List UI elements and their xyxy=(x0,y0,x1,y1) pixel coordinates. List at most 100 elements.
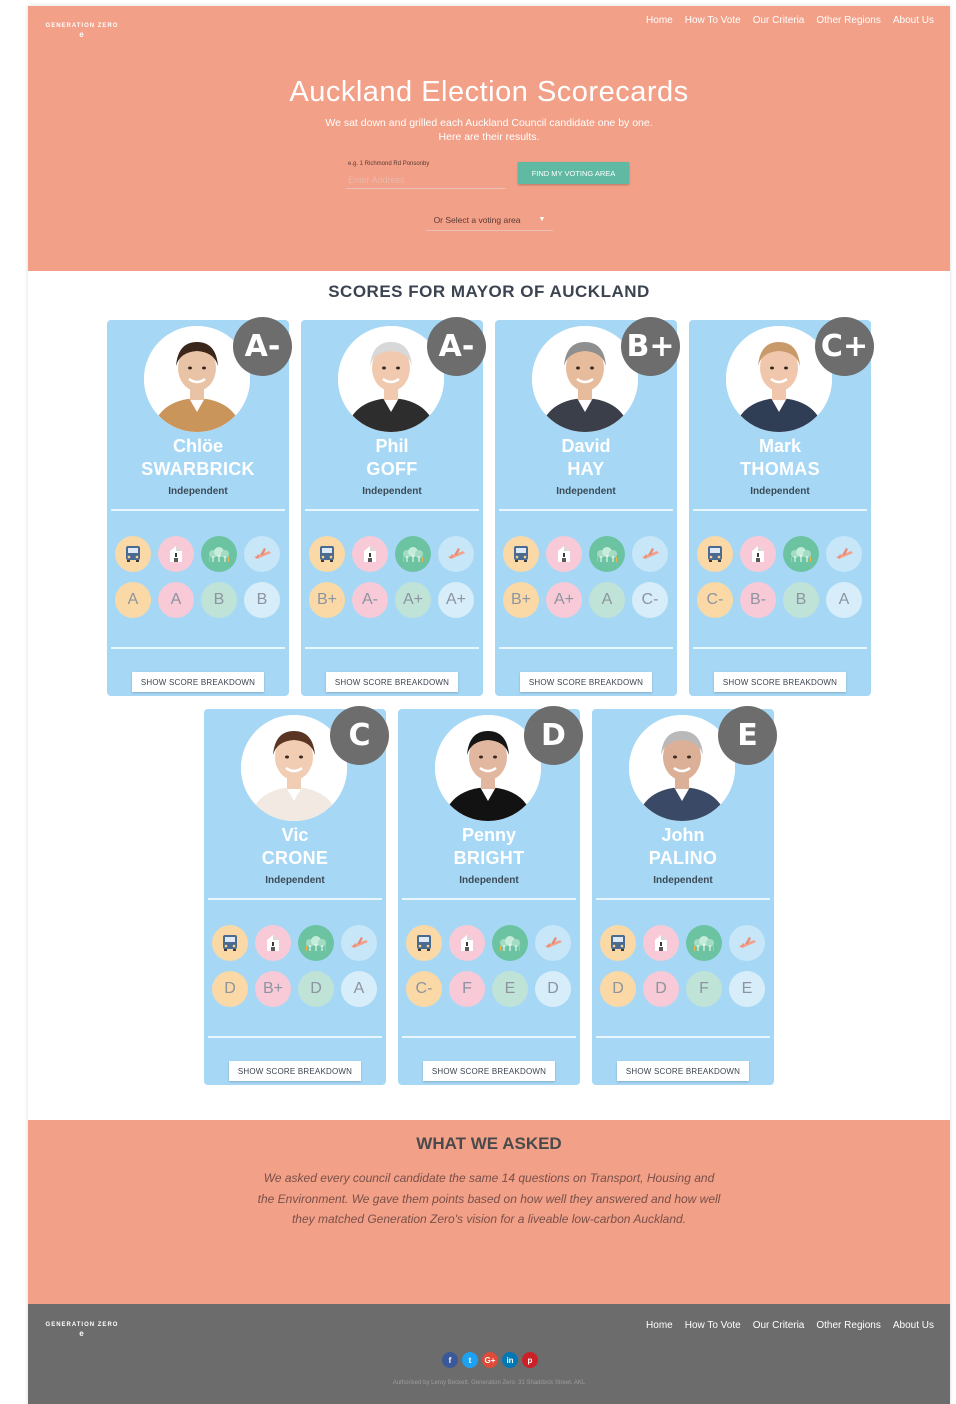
candidate-party: Independent xyxy=(459,875,519,886)
bus-icon xyxy=(406,925,442,961)
facebook-icon[interactable]: f xyxy=(442,1352,458,1368)
footer: GENERATION ZERO e Home How To Vote Our C… xyxy=(28,1304,950,1404)
show-score-breakdown-button[interactable]: SHOW SCORE BREAKDOWN xyxy=(229,1061,361,1081)
show-score-breakdown-button[interactable]: SHOW SCORE BREAKDOWN xyxy=(617,1061,749,1081)
category-grade: D xyxy=(535,971,571,1007)
category-grade: E xyxy=(729,971,765,1007)
nav-our-criteria[interactable]: Our Criteria xyxy=(753,15,805,26)
show-score-breakdown-button[interactable]: SHOW SCORE BREAKDOWN xyxy=(326,672,458,692)
overall-grade-badge: D xyxy=(524,706,583,765)
footer-nav-about-us[interactable]: About Us xyxy=(893,1320,934,1331)
category-grade: B xyxy=(783,582,819,618)
card-divider xyxy=(208,898,382,900)
footer-brand-logo[interactable]: GENERATION ZERO e xyxy=(43,1322,121,1338)
page-frame: GENERATION ZERO e Home How To Vote Our C… xyxy=(28,6,950,1404)
category-grade: A xyxy=(589,582,625,618)
category-grade: A+ xyxy=(395,582,431,618)
google-plus-icon[interactable]: G+ xyxy=(482,1352,498,1368)
candidate-first-name: Mark xyxy=(758,436,802,456)
candidate-last-name: HAY xyxy=(567,459,605,479)
brand-logo[interactable]: GENERATION ZERO e xyxy=(43,23,121,39)
footer-nav-how-to-vote[interactable]: How To Vote xyxy=(685,1320,741,1331)
category-grades: D B+ D A xyxy=(212,971,377,1007)
category-icons xyxy=(309,536,474,572)
nav-other-regions[interactable]: Other Regions xyxy=(816,15,880,26)
bus-icon xyxy=(309,536,345,572)
footer-nav-other-regions[interactable]: Other Regions xyxy=(816,1320,880,1331)
category-grades: DDFE xyxy=(600,971,765,1007)
candidate-card: E John PALINO Independent D D F E SHOW SCORE BRE… xyxy=(592,706,777,1085)
show-score-breakdown-button[interactable]: SHOW SCORE BREAKDOWN xyxy=(714,672,846,692)
category-grade: C- xyxy=(697,582,733,618)
category-grade: B xyxy=(201,582,237,618)
card-divider xyxy=(499,647,673,649)
social-links: f t G+ in p xyxy=(442,1352,538,1368)
category-grade: F xyxy=(449,971,485,1007)
category-grade: B+ xyxy=(255,971,291,1007)
plane-icon xyxy=(438,536,474,572)
overall-grade-badge: B+ xyxy=(621,317,680,376)
twitter-icon[interactable]: t xyxy=(462,1352,478,1368)
category-icons xyxy=(697,536,862,572)
candidate-party: Independent xyxy=(653,875,713,886)
category-grade: A xyxy=(115,582,151,618)
tree-icon xyxy=(395,536,431,572)
candidate-card: B+ David HAY Independent B+ A+ A C- SHOW SCORE B… xyxy=(495,317,680,696)
scores-heading: SCORES FOR MAYOR OF AUCKLAND xyxy=(328,282,650,301)
find-voting-area-button[interactable]: FIND MY VOTING AREA xyxy=(518,162,629,184)
plane-icon xyxy=(244,536,280,572)
category-grade: F xyxy=(686,971,722,1007)
category-grade: B xyxy=(244,582,280,618)
candidate-last-name: CRONE xyxy=(261,848,329,868)
category-grades: AABB xyxy=(115,582,280,618)
tree-icon xyxy=(686,925,722,961)
linkedin-icon[interactable]: in xyxy=(502,1352,518,1368)
candidate-party: Independent xyxy=(750,486,810,497)
brand-mark: e xyxy=(79,30,85,39)
page-title: Auckland Election Scorecards xyxy=(289,76,689,108)
nav-about-us[interactable]: About Us xyxy=(893,15,934,26)
bus-icon xyxy=(115,536,151,572)
voting-area-select[interactable]: Or Select a voting area ▼ xyxy=(426,209,553,231)
house-icon xyxy=(158,536,194,572)
candidate-first-name: Chlöe xyxy=(172,436,223,456)
show-score-breakdown-button[interactable]: SHOW SCORE BREAKDOWN xyxy=(132,672,264,692)
footer-brand-name: GENERATION ZERO xyxy=(45,1322,119,1328)
candidate-party: Independent xyxy=(362,486,422,497)
category-grade: B+ xyxy=(309,582,345,618)
nav-home[interactable]: Home xyxy=(646,15,673,26)
category-grades: B+ A+ A C- xyxy=(503,582,668,618)
category-grade: C- xyxy=(632,582,668,618)
category-icons xyxy=(406,925,571,961)
overall-grade-badge: C xyxy=(330,706,389,765)
pinterest-icon[interactable]: p xyxy=(522,1352,538,1368)
category-grade: B- xyxy=(740,582,776,618)
card-divider xyxy=(693,647,867,649)
candidate-first-name: Penny xyxy=(461,825,517,845)
card-divider xyxy=(402,898,576,900)
category-icons xyxy=(115,536,280,572)
hero-subtitle: We sat down and grilled each Auckland Co… xyxy=(28,116,950,144)
nav-how-to-vote[interactable]: How To Vote xyxy=(685,15,741,26)
card-divider xyxy=(596,898,770,900)
bus-icon xyxy=(212,925,248,961)
card-divider xyxy=(305,509,479,511)
category-icons xyxy=(503,536,668,572)
category-grade: A xyxy=(158,582,194,618)
candidate-first-name: Vic xyxy=(281,825,309,845)
plane-icon xyxy=(535,925,571,961)
tree-icon xyxy=(298,925,334,961)
footer-nav-home[interactable]: Home xyxy=(646,1320,673,1331)
footer-nav-our-criteria[interactable]: Our Criteria xyxy=(753,1320,805,1331)
category-icons xyxy=(600,925,765,961)
tree-icon xyxy=(201,536,237,572)
candidate-party: Independent xyxy=(265,875,325,886)
show-score-breakdown-button[interactable]: SHOW SCORE BREAKDOWN xyxy=(520,672,652,692)
address-input[interactable] xyxy=(346,172,506,189)
category-grade: E xyxy=(492,971,528,1007)
candidate-card: A- Phil GOFF Independent B+ A- A+ A+ SHOW SCORE … xyxy=(301,317,486,696)
show-score-breakdown-button[interactable]: SHOW SCORE BREAKDOWN xyxy=(423,1061,555,1081)
overall-grade-badge: A- xyxy=(427,317,486,376)
house-icon xyxy=(255,925,291,961)
tree-icon xyxy=(492,925,528,961)
